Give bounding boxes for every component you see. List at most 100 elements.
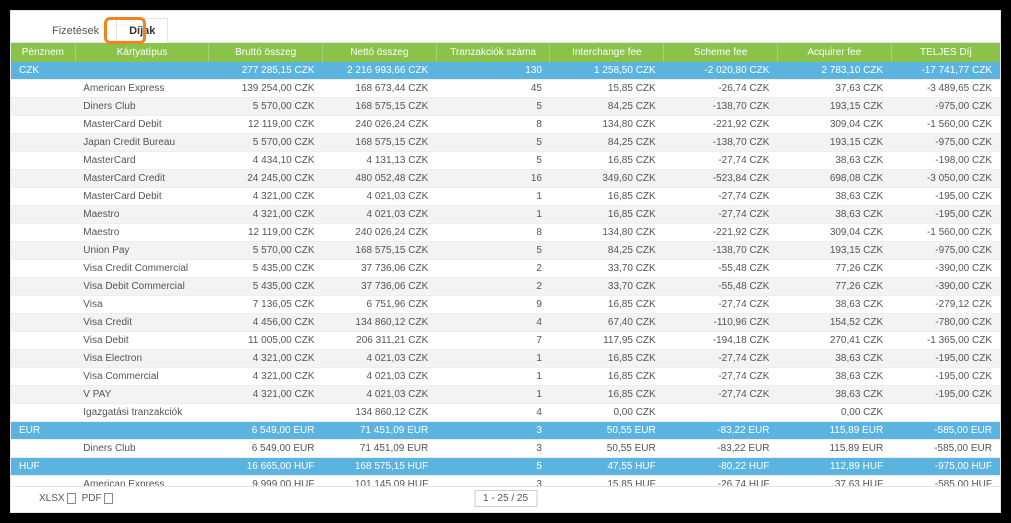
cell-acquirer: 115,89 EUR [777, 440, 891, 458]
table-row[interactable]: EUR6 549,00 EUR71 451,09 EUR350,55 EUR-8… [11, 422, 1000, 440]
table-row[interactable]: Igazgatási tranzakciók134 860,12 CZK40,0… [11, 404, 1000, 422]
cell-acquirer: 193,15 CZK [777, 134, 891, 152]
cell-acquirer: 77,26 CZK [777, 278, 891, 296]
cell-cardtype: Visa Debit Commercial [75, 278, 209, 296]
col-total[interactable]: TELJES Díj [891, 43, 1000, 62]
cell-currency [11, 296, 75, 314]
table-row[interactable]: Visa Debit11 005,00 CZK206 311,21 CZK711… [11, 332, 1000, 350]
table-row[interactable]: Maestro4 321,00 CZK4 021,03 CZK116,85 CZ… [11, 206, 1000, 224]
cell-net: 480 052,48 CZK [323, 170, 437, 188]
table-scroll[interactable]: Pénznem Kártyatípus Bruttó összeg Nettó … [11, 43, 1000, 486]
cell-interchange: 84,25 CZK [550, 134, 664, 152]
cell-tx: 3 [436, 476, 550, 487]
cell-interchange: 15,85 CZK [550, 80, 664, 98]
col-gross[interactable]: Bruttó összeg [209, 43, 323, 62]
table-row[interactable]: CZK277 285,15 CZK2 216 993,66 CZK1301 25… [11, 62, 1000, 80]
cell-net: 168 575,15 CZK [323, 98, 437, 116]
cell-tx: 8 [436, 224, 550, 242]
col-currency[interactable]: Pénznem [11, 43, 75, 62]
tab-fees[interactable]: Díjak [116, 18, 168, 43]
cell-scheme [664, 404, 778, 422]
table-row[interactable]: Diners Club5 570,00 CZK168 575,15 CZK584… [11, 98, 1000, 116]
cell-scheme: -55,48 CZK [664, 260, 778, 278]
cell-scheme: -27,74 CZK [664, 188, 778, 206]
cell-gross: 12 119,00 CZK [209, 224, 323, 242]
cell-gross: 4 321,00 CZK [209, 368, 323, 386]
cell-currency [11, 404, 75, 422]
table-row[interactable]: Maestro12 119,00 CZK240 026,24 CZK8134,8… [11, 224, 1000, 242]
cell-tx: 1 [436, 350, 550, 368]
cell-scheme: -138,70 CZK [664, 242, 778, 260]
cell-cardtype: Visa Credit Commercial [75, 260, 209, 278]
cell-currency [11, 170, 75, 188]
cell-interchange: 349,60 CZK [550, 170, 664, 188]
cell-total: -279,12 CZK [891, 296, 1000, 314]
table-row[interactable]: Union Pay5 570,00 CZK168 575,15 CZK584,2… [11, 242, 1000, 260]
table-row[interactable]: V PAY4 321,00 CZK4 021,03 CZK116,85 CZK-… [11, 386, 1000, 404]
table-row[interactable]: Visa7 136,05 CZK6 751,96 CZK916,85 CZK-2… [11, 296, 1000, 314]
table-row[interactable]: Visa Credit Commercial5 435,00 CZK37 736… [11, 260, 1000, 278]
cell-total: -585,00 HUF [891, 476, 1000, 487]
cell-gross: 4 321,00 CZK [209, 386, 323, 404]
cell-tx: 1 [436, 206, 550, 224]
table-row[interactable]: HUF16 665,00 HUF168 575,15 HUF547,55 HUF… [11, 458, 1000, 476]
table-row[interactable]: American Express9 999,00 HUF101 145,09 H… [11, 476, 1000, 487]
table-row[interactable]: Diners Club6 549,00 EUR71 451,09 EUR350,… [11, 440, 1000, 458]
cell-scheme: -83,22 EUR [664, 440, 778, 458]
cell-acquirer: 154,52 CZK [777, 314, 891, 332]
cell-interchange: 84,25 CZK [550, 242, 664, 260]
cell-gross: 277 285,15 CZK [209, 62, 323, 80]
table-row[interactable]: MasterCard4 434,10 CZK4 131,13 CZK516,85… [11, 152, 1000, 170]
cell-acquirer: 309,04 CZK [777, 116, 891, 134]
cell-acquirer: 38,63 CZK [777, 386, 891, 404]
cell-acquirer: 698,08 CZK [777, 170, 891, 188]
cell-tx: 3 [436, 422, 550, 440]
cell-tx: 1 [436, 188, 550, 206]
cell-tx: 4 [436, 314, 550, 332]
cell-gross: 11 005,00 CZK [209, 332, 323, 350]
cell-acquirer: 38,63 CZK [777, 206, 891, 224]
table-row[interactable]: Visa Debit Commercial5 435,00 CZK37 736,… [11, 278, 1000, 296]
cell-net: 2 216 993,66 CZK [323, 62, 437, 80]
cell-scheme: -27,74 CZK [664, 296, 778, 314]
col-scheme[interactable]: Scheme fee [664, 43, 778, 62]
cell-currency [11, 116, 75, 134]
cell-scheme: -83,22 EUR [664, 422, 778, 440]
col-cardtype[interactable]: Kártyatípus [75, 43, 209, 62]
cell-net: 134 860,12 CZK [323, 314, 437, 332]
table-row[interactable]: Japan Credit Bureau5 570,00 CZK168 575,1… [11, 134, 1000, 152]
export-pdf[interactable]: PDF [82, 493, 113, 504]
table-row[interactable]: MasterCard Credit24 245,00 CZK480 052,48… [11, 170, 1000, 188]
table-row[interactable]: American Express139 254,00 CZK168 673,44… [11, 80, 1000, 98]
cell-tx: 4 [436, 404, 550, 422]
cell-net: 168 575,15 CZK [323, 242, 437, 260]
cell-currency [11, 224, 75, 242]
cell-interchange: 84,25 CZK [550, 98, 664, 116]
col-interchange[interactable]: Interchange fee [550, 43, 664, 62]
cell-total: -198,00 CZK [891, 152, 1000, 170]
table-row[interactable]: MasterCard Debit12 119,00 CZK240 026,24 … [11, 116, 1000, 134]
cell-scheme: -138,70 CZK [664, 134, 778, 152]
table-row[interactable]: MasterCard Debit4 321,00 CZK4 021,03 CZK… [11, 188, 1000, 206]
table-row[interactable]: Visa Commercial4 321,00 CZK4 021,03 CZK1… [11, 368, 1000, 386]
cell-total: -1 365,00 CZK [891, 332, 1000, 350]
col-acquirer[interactable]: Acquirer fee [777, 43, 891, 62]
cell-gross: 6 549,00 EUR [209, 422, 323, 440]
table-row[interactable]: Visa Electron4 321,00 CZK4 021,03 CZK116… [11, 350, 1000, 368]
col-tx[interactable]: Tranzakciók száma [436, 43, 550, 62]
export-xlsx[interactable]: XLSX [39, 493, 76, 504]
tab-payments[interactable]: Fizetések [39, 18, 112, 43]
fees-table: Pénznem Kártyatípus Bruttó összeg Nettó … [11, 43, 1000, 486]
table-row[interactable]: Visa Credit4 456,00 CZK134 860,12 CZK467… [11, 314, 1000, 332]
cell-total: -195,00 CZK [891, 350, 1000, 368]
cell-cardtype: Igazgatási tranzakciók [75, 404, 209, 422]
cell-interchange: 16,85 CZK [550, 368, 664, 386]
cell-gross: 5 570,00 CZK [209, 98, 323, 116]
cell-interchange: 1 258,50 CZK [550, 62, 664, 80]
col-net[interactable]: Nettó összeg [323, 43, 437, 62]
cell-scheme: -138,70 CZK [664, 98, 778, 116]
cell-gross: 5 570,00 CZK [209, 134, 323, 152]
cell-cardtype: Union Pay [75, 242, 209, 260]
cell-gross: 4 434,10 CZK [209, 152, 323, 170]
cell-tx: 9 [436, 296, 550, 314]
